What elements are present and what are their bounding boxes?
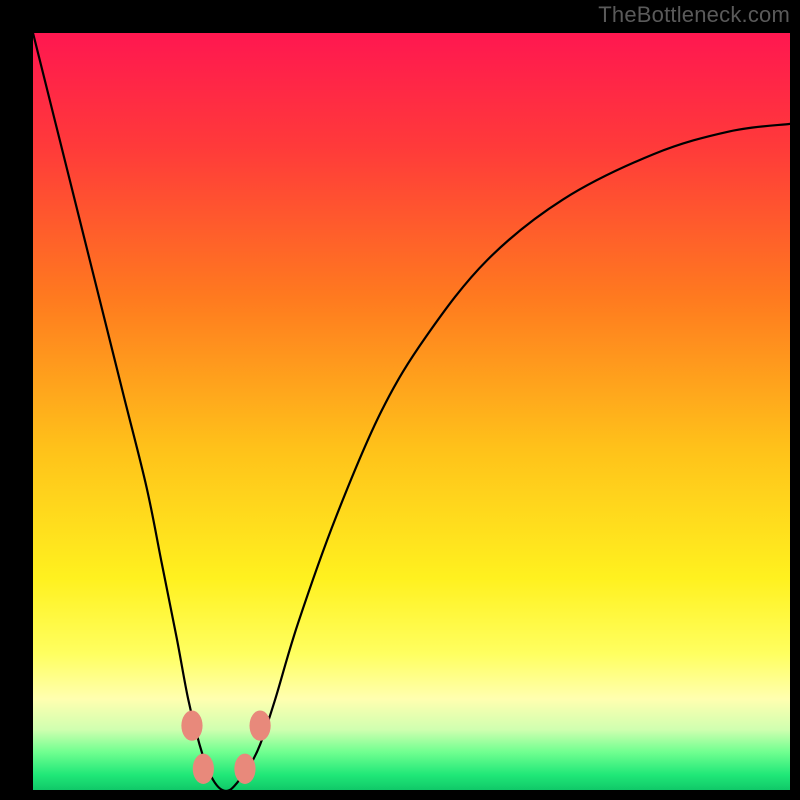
valley-marker xyxy=(234,754,255,784)
valley-marker xyxy=(250,711,271,741)
chart-frame: TheBottleneck.com xyxy=(0,0,800,800)
valley-marker xyxy=(193,754,214,784)
valley-marker xyxy=(181,711,202,741)
plot-area xyxy=(33,33,790,790)
attribution-watermark: TheBottleneck.com xyxy=(598,2,790,28)
chart-svg xyxy=(33,33,790,790)
